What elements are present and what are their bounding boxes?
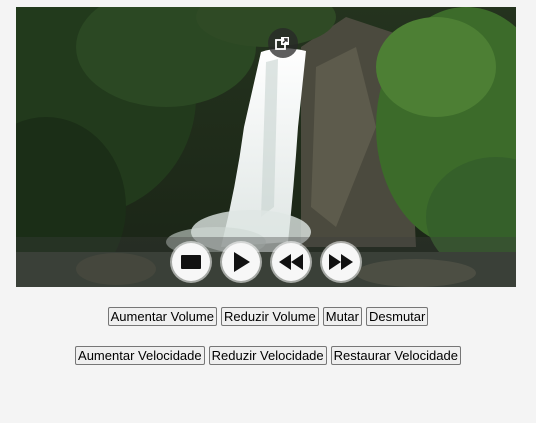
increase-volume-button[interactable]: Aumentar Volume (107, 307, 217, 326)
unmute-button[interactable]: Desmutar (366, 307, 429, 326)
speed-controls: Aumentar Velocidade Reduzir Velocidade R… (0, 346, 536, 365)
stop-icon (181, 255, 201, 269)
stop-button[interactable] (172, 243, 210, 281)
video-player[interactable] (16, 7, 516, 287)
mute-button[interactable]: Mutar (322, 307, 362, 326)
fast-forward-icon (329, 254, 353, 270)
play-icon (234, 252, 250, 272)
reset-speed-button[interactable]: Restaurar Velocidade (330, 346, 461, 365)
picture-in-picture-button[interactable] (268, 28, 298, 58)
rewind-icon (279, 254, 303, 270)
volume-controls: Aumentar Volume Reduzir Volume Mutar Des… (0, 307, 536, 326)
play-button[interactable] (222, 243, 260, 281)
decrease-volume-button[interactable]: Reduzir Volume (220, 307, 319, 326)
controls-bar (16, 237, 516, 287)
increase-speed-button[interactable]: Aumentar Velocidade (75, 346, 205, 365)
rewind-button[interactable] (272, 243, 310, 281)
fast-forward-button[interactable] (322, 243, 360, 281)
decrease-speed-button[interactable]: Reduzir Velocidade (208, 346, 327, 365)
picture-in-picture-icon (275, 37, 289, 50)
